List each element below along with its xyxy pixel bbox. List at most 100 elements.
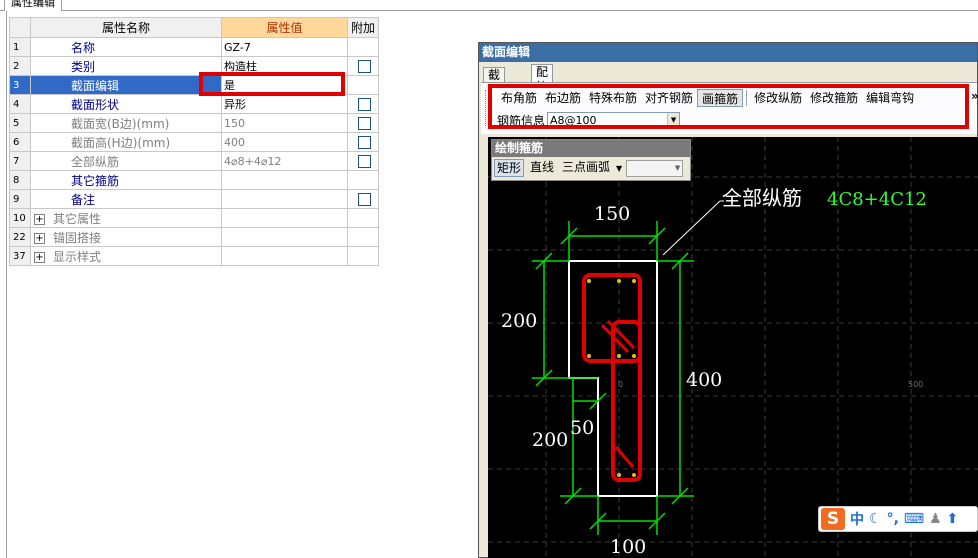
panel-border — [6, 11, 7, 558]
property-value — [221, 227, 348, 247]
punctuation-icon[interactable]: °, — [887, 511, 899, 527]
sogou-logo-icon[interactable]: S — [821, 508, 845, 530]
row-number: 4 — [9, 94, 31, 114]
keyboard-icon[interactable]: ⌨ — [904, 511, 924, 527]
table-row-group[interactable]: 10 + 其它属性 — [9, 208, 379, 228]
extra-cell — [347, 132, 379, 152]
dim-bottom-label: 100 — [610, 536, 646, 558]
property-value[interactable]: 异形 — [221, 94, 348, 114]
extra-cell — [347, 113, 379, 133]
draw-panel-title[interactable]: 绘制箍筋 — [492, 140, 690, 157]
row-number: 8 — [9, 170, 31, 190]
header-num — [9, 17, 31, 38]
property-name: 名称 — [30, 37, 222, 57]
header-name[interactable]: 属性名称 — [30, 17, 222, 38]
dim-left-lower-label: 200 — [532, 429, 568, 451]
property-value[interactable]: 4⌀8+4⌀12 — [221, 151, 348, 171]
extra-checkbox[interactable] — [358, 60, 371, 73]
rectangle-button[interactable]: 矩形 — [494, 159, 525, 177]
table-row-group[interactable]: 37 + 显示样式 — [9, 246, 379, 266]
property-value — [221, 246, 348, 266]
extra-cell — [347, 37, 379, 57]
dim-inner-label: 50 — [570, 417, 594, 439]
row-number: 10 — [9, 208, 31, 228]
rebar-value: 4C8+4C12 — [827, 189, 927, 210]
extra-cell — [347, 246, 379, 266]
table-row[interactable]: 7 全部纵筋 4⌀8+4⌀12 — [9, 151, 379, 171]
table-row[interactable]: 4 截面形状 异形 — [9, 94, 379, 114]
dropdown-arrow-icon[interactable]: ▼ — [675, 161, 680, 176]
table-row[interactable]: 8 其它箍筋 — [9, 170, 379, 190]
header-value[interactable]: 属性值 — [221, 17, 348, 38]
expand-plus-icon[interactable]: + — [34, 251, 45, 263]
ime-language-toggle[interactable]: 中 — [850, 509, 864, 529]
property-value[interactable]: 400 — [221, 132, 348, 152]
moon-icon[interactable]: ☾ — [869, 511, 882, 527]
draw-panel-toolbar: 矩形 直线 三点画弧 ▼ ▼ — [492, 157, 690, 179]
row-number: 9 — [9, 189, 31, 209]
rebar-label: 全部纵筋 — [722, 186, 802, 210]
property-name: 类别 — [30, 56, 222, 76]
extra-checkbox[interactable] — [358, 136, 371, 149]
extra-cell — [347, 170, 379, 190]
property-name: 其它属性 — [53, 211, 102, 226]
dim-right-label: 400 — [686, 369, 722, 391]
table-row[interactable]: 6 截面高(H边)(mm) 400 — [9, 132, 379, 152]
extra-cell — [347, 208, 379, 228]
row-number: 3 — [9, 75, 31, 95]
table-row[interactable]: 9 备注 — [9, 189, 379, 209]
extra-cell — [347, 227, 379, 247]
property-value[interactable] — [221, 189, 348, 209]
tab-section[interactable]: 截面 — [483, 67, 506, 97]
expand-plus-icon[interactable]: + — [34, 213, 45, 225]
three-point-arc-button[interactable]: 三点画弧 — [560, 159, 612, 177]
extra-checkbox[interactable] — [358, 98, 371, 111]
property-group: + 其它属性 — [30, 208, 222, 228]
row-number: 2 — [9, 56, 31, 76]
line-button[interactable]: 直线 — [528, 159, 556, 177]
section-drawing: 0 500 全部纵筋 4C8+4C12 150 200 200 50 400 1… — [488, 137, 978, 558]
row-number: 37 — [9, 246, 31, 266]
row-number: 7 — [9, 151, 31, 171]
extra-cell — [347, 94, 379, 114]
property-name: 截面高(H边)(mm) — [30, 132, 222, 152]
property-name: 显示样式 — [53, 249, 102, 264]
tab-property-edit[interactable]: 属性编辑 — [4, 0, 62, 11]
property-name: 其它箍筋 — [30, 170, 222, 190]
property-value[interactable]: GZ-7 — [221, 37, 348, 57]
tab-reinforcement[interactable]: 配筋 — [531, 64, 554, 94]
extra-cell — [347, 151, 379, 171]
property-group: + 显示样式 — [30, 246, 222, 266]
expand-plus-icon[interactable]: + — [34, 232, 45, 244]
section-canvas[interactable]: 0 500 全部纵筋 4C8+4C12 150 200 200 50 400 1… — [488, 137, 978, 558]
property-group: + 锚固搭接 — [30, 227, 222, 247]
property-name: 全部纵筋 — [30, 151, 222, 171]
stirrup-lower — [611, 320, 642, 482]
extra-checkbox[interactable] — [358, 155, 371, 168]
axis-500-label: 500 — [908, 380, 923, 389]
top-tab-strip: 属性编辑 — [0, 0, 978, 11]
draw-mode-combo[interactable]: ▼ — [626, 159, 684, 177]
table-row[interactable]: 5 截面宽(B边)(mm) 150 — [9, 113, 379, 133]
extra-cell — [347, 56, 379, 76]
draw-stirrup-panel: 绘制箍筋 矩形 直线 三点画弧 ▼ ▼ — [491, 139, 691, 181]
grid-header: 属性名称 属性值 附加 — [9, 17, 379, 38]
user-icon[interactable]: ♟ — [929, 511, 942, 527]
toolbar-overflow-icon[interactable]: » — [971, 89, 978, 103]
shirt-icon[interactable]: ⬆ — [947, 511, 959, 527]
property-value — [221, 208, 348, 228]
table-row[interactable]: 1 名称 GZ-7 — [9, 37, 379, 57]
property-value[interactable]: 150 — [221, 113, 348, 133]
extra-checkbox[interactable] — [358, 193, 371, 206]
property-grid: 属性名称 属性值 附加 1 名称 GZ-7 2 类别 构造柱 3 截面编辑 是 … — [9, 17, 379, 266]
row-number: 5 — [9, 113, 31, 133]
arc-dropdown-icon[interactable]: ▼ — [616, 164, 622, 173]
axis-zero-label: 0 — [618, 380, 623, 389]
property-name: 备注 — [30, 189, 222, 209]
extra-checkbox[interactable] — [358, 117, 371, 130]
header-extra[interactable]: 附加 — [347, 17, 379, 38]
dim-top-label: 150 — [594, 203, 630, 225]
property-value[interactable] — [221, 170, 348, 190]
property-name: 截面编辑 — [30, 75, 222, 95]
table-row-group[interactable]: 22 + 锚固搭接 — [9, 227, 379, 247]
